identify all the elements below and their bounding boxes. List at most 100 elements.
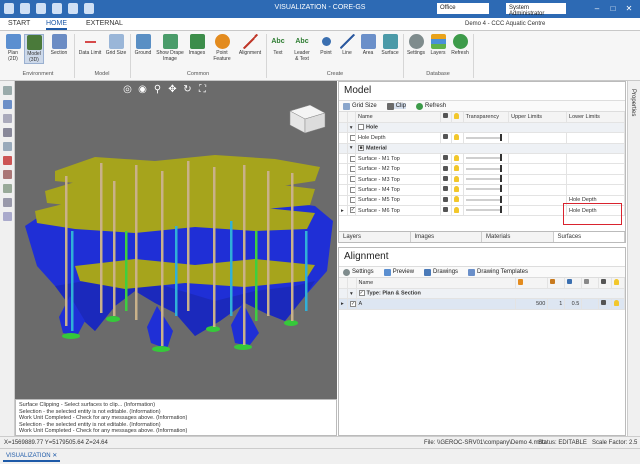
tab-visualization[interactable]: VISUALIZATION ✕ — [3, 451, 61, 462]
table-row[interactable]: Surface - M4 Top — [339, 184, 625, 196]
rectangle-icon[interactable] — [2, 198, 12, 207]
table-row[interactable]: Hole Depth — [339, 132, 625, 144]
tab-images[interactable]: Images — [410, 232, 482, 242]
move-icon[interactable] — [2, 142, 12, 151]
column-name[interactable]: Name — [356, 278, 517, 289]
plan-2d-button[interactable]: Plan (2D) — [3, 34, 23, 62]
group-row-material[interactable]: ▾ ■ Material — [339, 143, 625, 155]
maximize-icon[interactable]: □ — [606, 2, 620, 15]
bulb-icon[interactable] — [454, 185, 460, 192]
alignment-button[interactable]: Alignment — [236, 34, 264, 56]
transparency-slider[interactable] — [465, 164, 502, 172]
text-button[interactable]: Abc Text — [268, 34, 288, 56]
clip-tool[interactable]: Clip — [386, 102, 407, 110]
settings-tool[interactable]: Settings — [343, 268, 374, 276]
point-feature-button[interactable]: Point Feature — [210, 34, 234, 62]
images-button[interactable]: Images — [186, 34, 208, 56]
tab-materials[interactable]: Materials — [482, 232, 554, 242]
pointer-icon[interactable] — [2, 86, 12, 95]
lock-icon[interactable] — [601, 300, 607, 306]
group-checkbox[interactable]: ✓ — [358, 290, 365, 297]
tab-start[interactable]: START — [8, 20, 30, 27]
lock-icon[interactable] — [442, 134, 448, 140]
3d-viewport[interactable]: ◎ ◉ ⚲ ✥ ↻ ⛶ — [15, 81, 337, 399]
lock-icon[interactable] — [442, 207, 448, 213]
drawing-templates-tool[interactable]: Drawing Templates — [468, 268, 528, 276]
column-lower-limits[interactable]: Lower Limits — [566, 112, 625, 123]
bulb-icon[interactable] — [454, 206, 460, 213]
minimize-icon[interactable]: – — [590, 2, 604, 15]
pan-icon[interactable]: ✥ — [167, 84, 178, 95]
transparency-slider[interactable] — [465, 175, 502, 183]
row-checkbox[interactable] — [349, 186, 355, 193]
bulb-icon[interactable] — [614, 299, 620, 306]
bulb-icon[interactable] — [454, 154, 460, 161]
lock-icon[interactable] — [442, 176, 448, 182]
row-checkbox[interactable] — [349, 197, 355, 204]
refresh-tool[interactable]: Refresh — [416, 102, 446, 110]
polyline-icon[interactable] — [2, 170, 12, 179]
bulb-icon[interactable] — [454, 165, 460, 172]
bulb-icon[interactable] — [454, 175, 460, 182]
column-name[interactable]: Name — [355, 112, 441, 123]
lock-icon[interactable] — [442, 186, 448, 192]
ground-button[interactable]: Ground — [132, 34, 154, 56]
point-button[interactable]: Point — [316, 34, 336, 56]
section-button[interactable]: Section — [47, 34, 71, 56]
row-checkbox[interactable]: ✓ — [349, 207, 355, 214]
grid-size-button[interactable]: Grid Size — [104, 34, 128, 56]
column-transparency[interactable]: Transparency — [463, 112, 510, 123]
layers-button[interactable]: Layers — [428, 34, 448, 56]
group-row-hole[interactable]: ▾ Hole — [339, 122, 625, 134]
table-row[interactable]: Surface - M1 Top — [339, 153, 625, 165]
group-checkbox[interactable]: ■ — [358, 145, 365, 152]
table-row[interactable]: Surface - M3 Top — [339, 174, 625, 186]
rotate-icon[interactable]: ↻ — [182, 84, 193, 95]
fit-icon[interactable]: ⛶ — [197, 84, 208, 95]
lock-icon[interactable] — [442, 155, 448, 161]
show-drape-image-button[interactable]: Show Drape Image — [156, 34, 184, 62]
bulb-icon[interactable] — [454, 196, 460, 203]
column-upper-limits[interactable]: Upper Limits — [508, 112, 568, 123]
properties-strip[interactable]: Properties — [627, 81, 640, 436]
preview-tool[interactable]: Preview — [383, 268, 414, 276]
select-icon[interactable] — [2, 100, 12, 109]
transparency-slider[interactable] — [465, 133, 502, 141]
transparency-slider[interactable] — [465, 195, 502, 203]
row-checkbox[interactable] — [349, 155, 355, 162]
user-select[interactable]: System Administrator — [506, 3, 566, 17]
zoom-icon[interactable]: ⚲ — [152, 84, 163, 95]
close-icon[interactable]: ✕ — [622, 2, 636, 15]
target-icon[interactable]: ◎ — [122, 84, 133, 95]
lock-icon[interactable] — [442, 165, 448, 171]
lock-icon[interactable] — [442, 196, 448, 202]
erase-icon[interactable] — [2, 156, 12, 165]
row-checkbox[interactable] — [349, 176, 355, 183]
settings-button[interactable]: Settings — [405, 34, 427, 56]
view-cube[interactable] — [289, 104, 326, 134]
table-row[interactable]: ▸ ✓ A 500 1 0.5 — [339, 298, 625, 310]
table-row[interactable]: Surface - M2 Top — [339, 163, 625, 175]
tab-surfaces[interactable]: Surfaces — [553, 232, 625, 242]
transparency-slider[interactable] — [465, 154, 502, 162]
data-limit-button[interactable]: Data Limit — [76, 34, 104, 56]
row-checkbox[interactable] — [349, 165, 355, 172]
drawings-tool[interactable]: Drawings — [424, 268, 458, 276]
group-checkbox[interactable] — [358, 124, 365, 131]
model-3d-button[interactable]: Model (3D) — [24, 34, 44, 64]
axis-icon[interactable] — [2, 128, 12, 137]
tab-layers[interactable]: Layers — [339, 232, 411, 242]
tab-external[interactable]: EXTERNAL — [86, 20, 123, 27]
globe-icon[interactable]: ◉ — [137, 84, 148, 95]
row-checkbox[interactable] — [349, 134, 355, 141]
bulb-icon[interactable] — [454, 133, 460, 140]
transparency-slider[interactable] — [465, 185, 502, 193]
tab-home[interactable]: HOME — [46, 20, 67, 30]
group-row-plan-section[interactable]: ▾ ✓ Type: Plan & Section — [339, 288, 626, 300]
grid-size-tool[interactable]: Grid Size — [343, 102, 377, 110]
line-tool-icon[interactable] — [2, 184, 12, 193]
office-select[interactable]: Office — [437, 3, 489, 14]
line-button[interactable]: Line — [337, 34, 357, 56]
row-checkbox[interactable]: ✓ — [350, 300, 356, 307]
leader-text-button[interactable]: Abc Leader & Text — [290, 34, 314, 62]
